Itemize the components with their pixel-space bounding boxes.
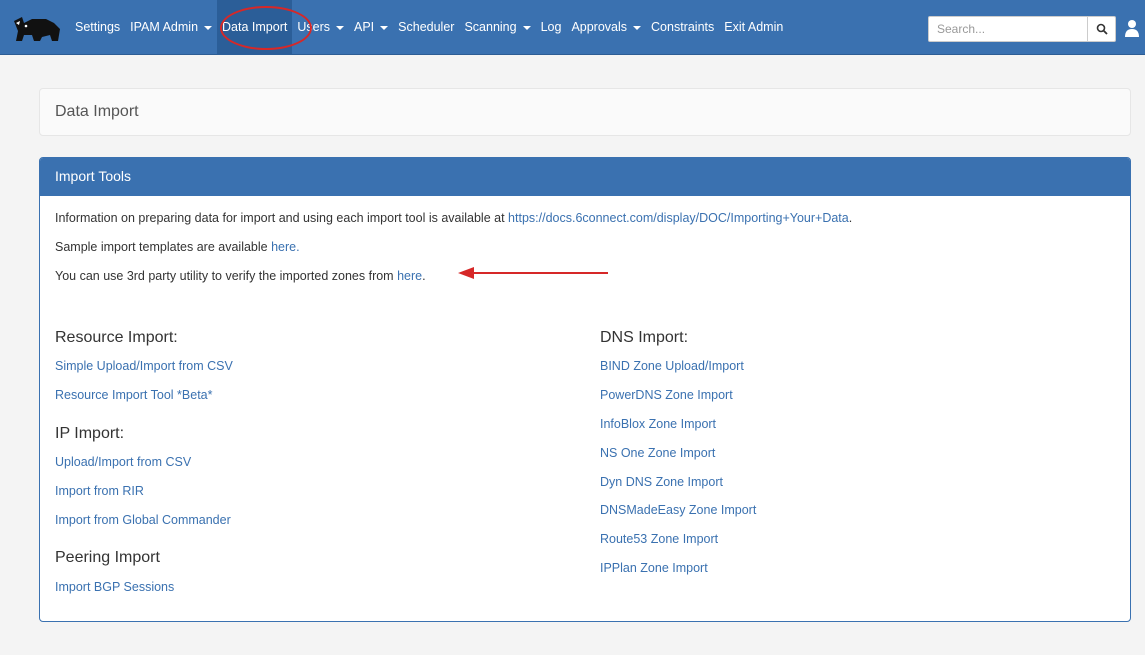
rhino-logo-icon[interactable]: [12, 15, 62, 43]
search-input[interactable]: [928, 16, 1088, 42]
link-resource-import-tool[interactable]: Resource Import Tool *Beta*: [55, 388, 213, 402]
nav-users[interactable]: Users: [292, 0, 349, 55]
nav-label: Scanning: [464, 20, 517, 34]
nav-label: Data Import: [222, 20, 288, 34]
nav-api[interactable]: API: [349, 0, 393, 55]
link-ip-upload-csv[interactable]: Upload/Import from CSV: [55, 455, 191, 469]
info-text: Information on preparing data for import…: [55, 211, 509, 225]
top-navbar: Settings IPAM Admin Data Import Users AP…: [0, 0, 1145, 55]
search-icon: [1096, 23, 1108, 35]
info-text: .: [422, 269, 426, 283]
ip-import-title: IP Import:: [55, 425, 125, 442]
templates-link[interactable]: here.: [271, 240, 300, 254]
nav-label: Scheduler: [398, 20, 455, 34]
link-bind-zone-import[interactable]: BIND Zone Upload/Import: [600, 359, 744, 373]
caret-down-icon: [380, 25, 389, 30]
nav-settings[interactable]: Settings: [70, 0, 125, 55]
nav-data-import[interactable]: Data Import: [217, 0, 293, 55]
link-powerdns-zone-import[interactable]: PowerDNS Zone Import: [600, 388, 733, 402]
nav-label: Users: [297, 20, 330, 34]
dns-import-title: DNS Import:: [600, 329, 689, 346]
link-import-bgp-sessions[interactable]: Import BGP Sessions: [55, 580, 174, 594]
nav-menu: Settings IPAM Admin Data Import Users AP…: [70, 0, 788, 55]
nav-exit-admin[interactable]: Exit Admin: [719, 0, 788, 55]
red-arrow-annotation: [458, 267, 608, 279]
nav-scheduler[interactable]: Scheduler: [393, 0, 459, 55]
link-dnsmadeeasy-zone-import[interactable]: DNSMadeEasy Zone Import: [600, 503, 756, 517]
caret-down-icon: [336, 25, 344, 30]
link-import-global-commander[interactable]: Import from Global Commander: [55, 513, 231, 527]
nav-label: Approvals: [571, 20, 628, 34]
info-templates-line: Sample import templates are available he…: [55, 240, 300, 254]
search-button[interactable]: [1088, 16, 1116, 42]
page-header: Data Import: [39, 88, 1131, 136]
nav-label: Constraints: [651, 20, 715, 34]
nav-scanning[interactable]: Scanning: [459, 0, 535, 55]
caret-down-icon: [522, 25, 531, 30]
link-route53-zone-import[interactable]: Route53 Zone Import: [600, 532, 718, 546]
link-ipplan-zone-import[interactable]: IPPlan Zone Import: [600, 561, 708, 575]
nav-ipam-admin[interactable]: IPAM Admin: [125, 0, 217, 55]
info-docs-line: Information on preparing data for import…: [55, 211, 852, 225]
info-text: You can use 3rd party utility to verify …: [55, 269, 398, 283]
info-verify-line: You can use 3rd party utility to verify …: [55, 269, 426, 283]
panel-heading: Import Tools: [40, 158, 1130, 196]
link-import-rir[interactable]: Import from RIR: [55, 484, 144, 498]
peering-import-title: Peering Import: [55, 549, 160, 566]
verify-zones-link[interactable]: here: [397, 269, 422, 283]
nav-label: IPAM Admin: [130, 20, 199, 34]
nav-log[interactable]: Log: [536, 0, 567, 55]
caret-down-icon: [633, 25, 642, 30]
resource-import-title: Resource Import:: [55, 329, 178, 346]
nav-label: Settings: [75, 20, 121, 34]
info-text: .: [848, 211, 853, 225]
link-nsone-zone-import[interactable]: NS One Zone Import: [600, 446, 715, 460]
docs-link[interactable]: https://docs.6connect.com/display/DOC/Im…: [508, 211, 849, 225]
nav-constraints[interactable]: Constraints: [646, 0, 719, 55]
user-icon[interactable]: [1124, 19, 1140, 37]
link-simple-upload-csv[interactable]: Simple Upload/Import from CSV: [55, 359, 233, 373]
link-infoblox-zone-import[interactable]: InfoBlox Zone Import: [600, 417, 716, 431]
link-dyndns-zone-import[interactable]: Dyn DNS Zone Import: [600, 475, 723, 489]
nav-label: API: [354, 20, 375, 34]
nav-label: Exit Admin: [724, 20, 784, 34]
caret-down-icon: [204, 25, 213, 30]
page-title: Data Import: [55, 103, 139, 120]
import-tools-panel: Import Tools Information on preparing da…: [39, 157, 1131, 622]
nav-label: Log: [540, 20, 562, 34]
nav-approvals[interactable]: Approvals: [566, 0, 646, 55]
info-text: Sample import templates are available: [55, 240, 272, 254]
